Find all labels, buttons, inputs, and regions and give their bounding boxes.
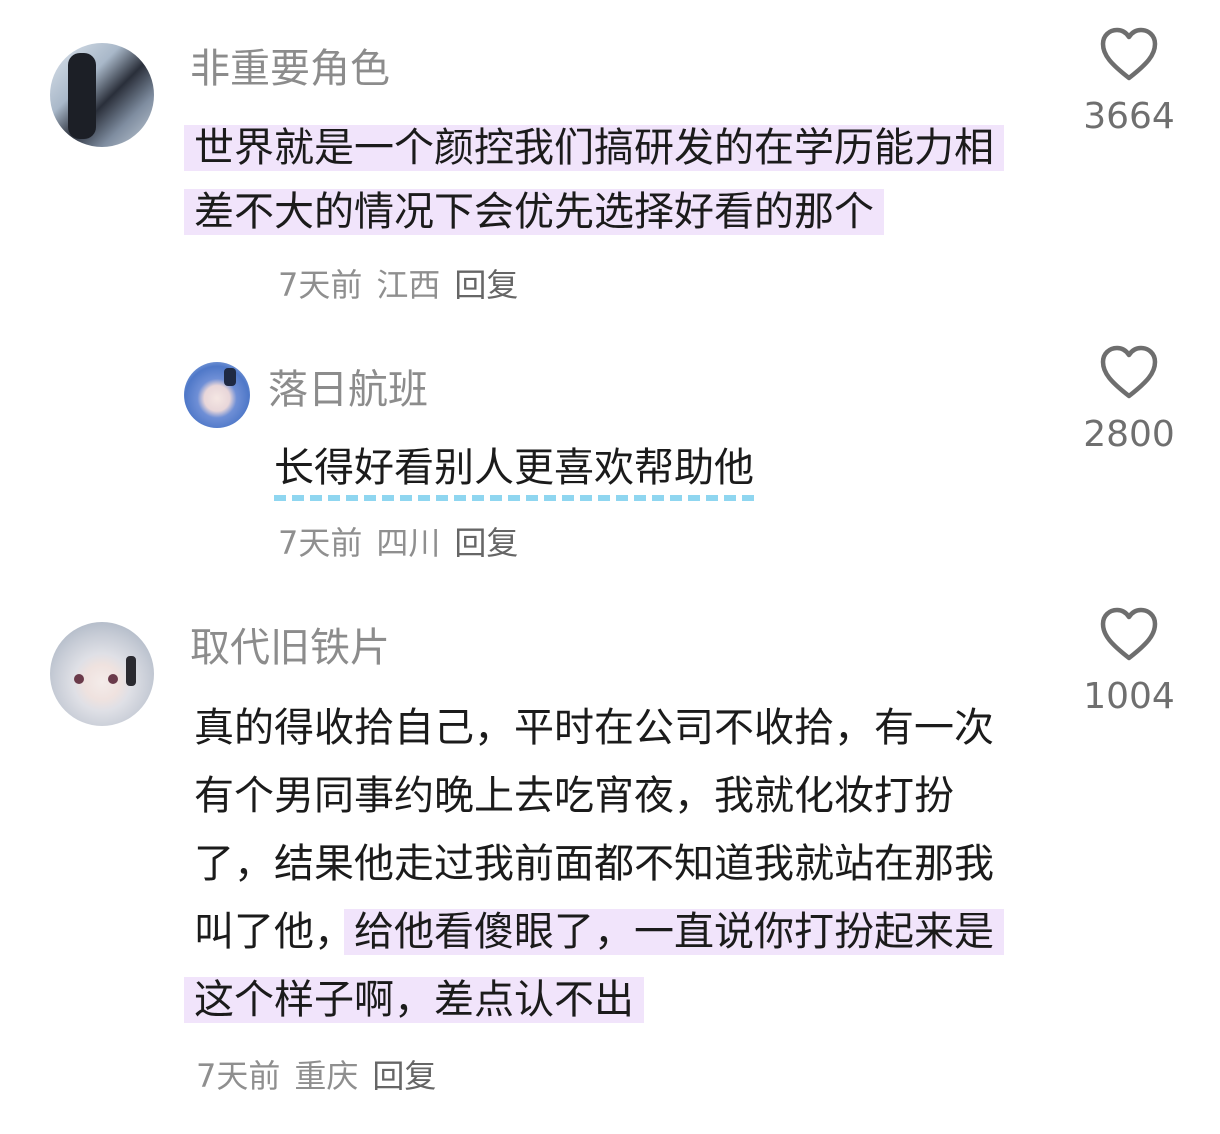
like-count: 1004: [1083, 676, 1175, 717]
comment-meta: 7天前 四川 回复: [278, 523, 532, 563]
comment-time: 7天前: [196, 1057, 281, 1095]
reply-button[interactable]: 回复: [454, 266, 518, 304]
comment-location: 重庆: [294, 1057, 359, 1095]
avatar[interactable]: [184, 362, 250, 428]
heart-outline-icon: [1100, 607, 1158, 661]
like-button[interactable]: 1004: [1064, 606, 1194, 726]
comment-meta: 7天前 重庆 回复: [196, 1056, 450, 1096]
like-button[interactable]: 2800: [1064, 344, 1194, 464]
comment-text: 世界就是一个颜控我们搞研发的在学历能力相差不大的情况下会优先选择好看的那个: [184, 116, 1024, 244]
reply-button[interactable]: 回复: [372, 1057, 436, 1095]
avatar[interactable]: [50, 43, 154, 147]
like-button[interactable]: 3664: [1064, 26, 1194, 146]
reply-button[interactable]: 回复: [454, 524, 518, 562]
username[interactable]: 非重要角色: [190, 45, 390, 93]
comment-location: 江西: [376, 266, 441, 304]
username[interactable]: 取代旧铁片: [190, 624, 390, 672]
reply-comment-item: 落日航班 长得好看别人更喜欢帮助他 7天前 四川 回复 2800: [0, 330, 1220, 580]
comment-text: 真的得收拾自己，平时在公司不收拾，有一次有个男同事约晚上去吃宵夜，我就化妆打扮了…: [184, 694, 1006, 1034]
heart-outline-icon: [1100, 345, 1158, 399]
comment-item: 取代旧铁片 真的得收拾自己，平时在公司不收拾，有一次有个男同事约晚上去吃宵夜，我…: [0, 590, 1220, 1134]
like-count: 2800: [1083, 414, 1175, 455]
comment-text-highlighted: 世界就是一个颜控我们搞研发的在学历能力相差不大的情况下会优先选择好看的那个: [184, 125, 1004, 235]
comment-location: 四川: [376, 524, 441, 562]
comment-text-underlined: 长得好看别人更喜欢帮助他: [274, 445, 754, 501]
avatar[interactable]: [50, 622, 154, 726]
username[interactable]: 落日航班: [268, 366, 428, 414]
comment-text: 长得好看别人更喜欢帮助他: [274, 436, 754, 501]
comment-item: 非重要角色 世界就是一个颜控我们搞研发的在学历能力相差不大的情况下会优先选择好看…: [0, 0, 1220, 320]
comment-meta: 7天前 江西 回复: [278, 265, 532, 305]
comment-time: 7天前: [278, 266, 363, 304]
like-count: 3664: [1083, 96, 1175, 137]
heart-outline-icon: [1100, 27, 1158, 81]
comment-time: 7天前: [278, 524, 363, 562]
